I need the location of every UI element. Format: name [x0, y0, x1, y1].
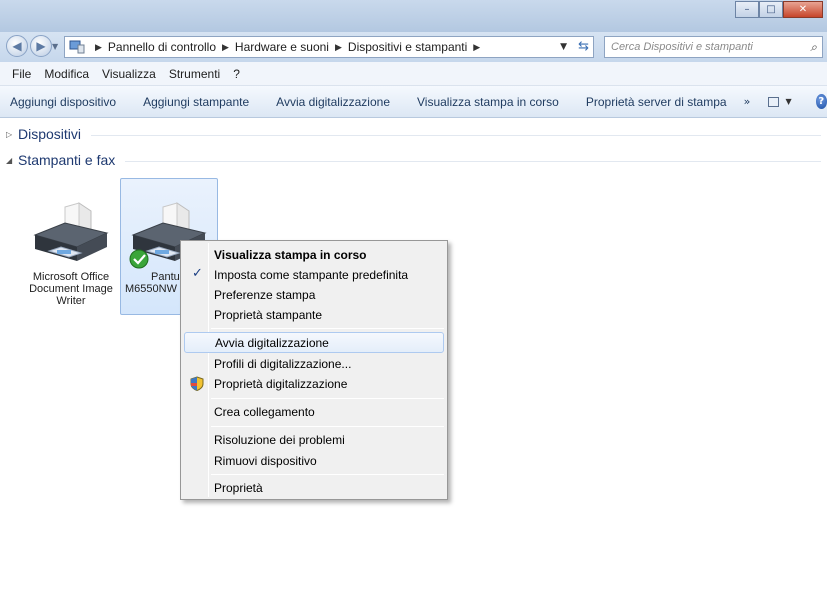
menu-bar: File Modifica Visualizza Strumenti ?	[0, 62, 827, 86]
menu-separator	[211, 474, 444, 475]
group-devices[interactable]: ▷ Dispositivi	[6, 126, 821, 142]
command-bar: Aggiungi dispositivo Aggiungi stampante …	[0, 86, 827, 118]
menu-item-remove-device[interactable]: Rimuovi dispositivo	[184, 450, 444, 471]
group-divider	[91, 134, 821, 136]
breadcrumb-item-control-panel[interactable]: Pannello di controllo	[108, 40, 216, 54]
more-commands-icon[interactable]: »	[744, 95, 751, 108]
menu-item-create-shortcut[interactable]: Crea collegamento	[184, 401, 444, 422]
view-options-icon[interactable]	[768, 96, 780, 107]
group-title-printers: Stampanti e fax	[18, 152, 116, 168]
breadcrumb-item-hardware[interactable]: Hardware e suoni	[235, 40, 329, 54]
control-panel-icon	[69, 40, 85, 54]
maximize-button[interactable]: □	[759, 1, 783, 18]
context-menu: Visualizza stampa in corso ✓ Imposta com…	[180, 240, 448, 500]
help-icon[interactable]: ?	[815, 94, 827, 109]
breadcrumb-item-devices[interactable]: Dispositivi e stampanti	[348, 40, 467, 54]
forward-arrow-icon: ▶	[36, 39, 46, 53]
search-input[interactable]: Cerca Dispositivi e stampanti ⌕	[604, 36, 823, 58]
history-dropdown-icon[interactable]: ▼	[52, 42, 58, 51]
menu-item-troubleshoot[interactable]: Risoluzione dei problemi	[184, 429, 444, 450]
expand-arrow-icon[interactable]: ▷	[6, 130, 18, 139]
menu-item-printing-preferences[interactable]: Preferenze stampa	[184, 284, 444, 305]
menu-item-scan-profiles[interactable]: Profili di digitalizzazione...	[184, 353, 444, 374]
breadcrumb: ▶ Pannello di controllo ▶ Hardware e suo…	[89, 40, 486, 54]
back-arrow-icon: ◀	[12, 39, 22, 53]
title-bar: – □ ✕	[0, 0, 827, 32]
breadcrumb-separator-icon: ▶	[95, 41, 102, 52]
menu-item-properties[interactable]: Proprietà	[184, 477, 444, 498]
search-icon[interactable]: ⌕	[810, 40, 817, 55]
refresh-icon[interactable]: ⇆	[578, 39, 589, 54]
menu-edit[interactable]: Modifica	[44, 67, 89, 81]
group-printers[interactable]: ◢ Stampanti e fax	[6, 152, 821, 168]
address-row: ◀ ▶ ▼ ▶ Pannello di controllo ▶ Hardware…	[0, 32, 827, 62]
forward-button[interactable]: ▶	[30, 35, 52, 57]
menu-separator	[211, 426, 444, 427]
menu-file[interactable]: File	[12, 67, 31, 81]
menu-tools[interactable]: Strumenti	[169, 67, 220, 81]
menu-item-scan-properties[interactable]: Proprietà digitalizzazione	[184, 373, 444, 394]
window-controls: – □ ✕	[735, 1, 823, 18]
address-bar[interactable]: ▶ Pannello di controllo ▶ Hardware e suo…	[64, 36, 594, 58]
menu-help[interactable]: ?	[233, 67, 240, 81]
print-server-properties-button[interactable]: Proprietà server di stampa	[586, 95, 727, 109]
menu-item-start-scan[interactable]: Avvia digitalizzazione	[184, 332, 444, 353]
printer-icon	[33, 202, 109, 261]
menu-separator	[211, 328, 444, 329]
start-scan-button[interactable]: Avvia digitalizzazione	[276, 95, 390, 109]
uac-shield-icon	[190, 376, 204, 391]
checkmark-icon: ✓	[192, 266, 203, 281]
printer-item[interactable]: Microsoft Office Document Image Writer	[22, 178, 120, 315]
add-device-button[interactable]: Aggiungi dispositivo	[10, 95, 116, 109]
menu-item-set-default[interactable]: ✓ Imposta come stampante predefinita	[184, 264, 444, 285]
breadcrumb-separator-icon[interactable]: ▶	[335, 42, 342, 53]
printer-label: Microsoft Office Document Image Writer	[29, 271, 113, 307]
menu-view[interactable]: Visualizza	[102, 67, 156, 81]
group-title-devices: Dispositivi	[18, 126, 82, 142]
breadcrumb-separator-icon[interactable]: ▶	[473, 42, 480, 53]
collapse-arrow-icon[interactable]: ◢	[6, 156, 18, 165]
group-divider	[125, 160, 821, 162]
menu-separator	[211, 398, 444, 399]
search-placeholder: Cerca Dispositivi e stampanti	[611, 41, 753, 53]
menu-item-printer-properties[interactable]: Proprietà stampante	[184, 304, 444, 325]
breadcrumb-separator-icon[interactable]: ▶	[222, 42, 229, 53]
see-whats-printing-button[interactable]: Visualizza stampa in corso	[417, 95, 559, 109]
back-button[interactable]: ◀	[6, 35, 28, 57]
minimize-button[interactable]: –	[735, 1, 759, 18]
add-printer-button[interactable]: Aggiungi stampante	[143, 95, 249, 109]
menu-item-see-printing[interactable]: Visualizza stampa in corso	[184, 244, 444, 265]
address-dropdown-icon[interactable]: ▼	[560, 42, 567, 52]
close-button[interactable]: ✕	[783, 1, 823, 18]
view-dropdown-icon[interactable]: ▼	[785, 97, 791, 106]
